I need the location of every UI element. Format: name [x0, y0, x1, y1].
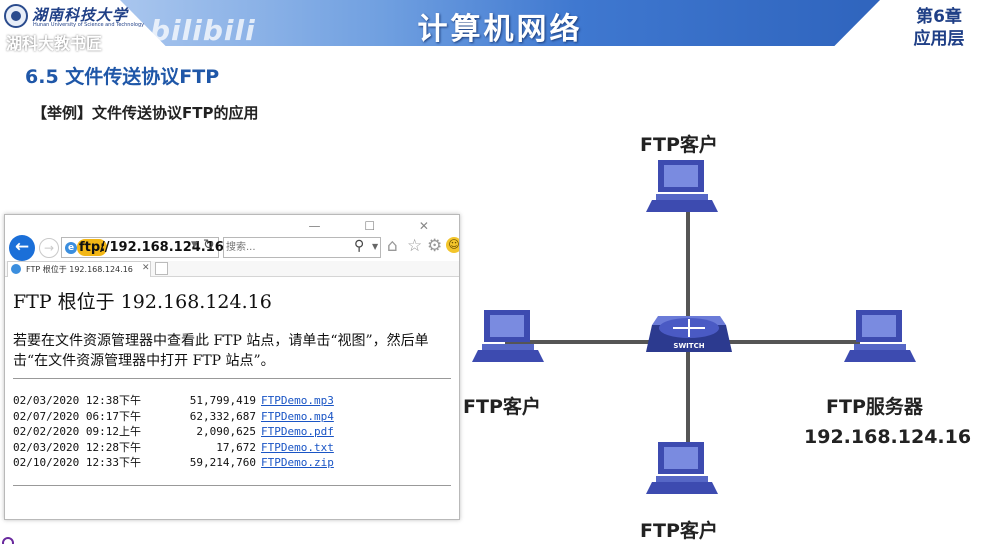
- file-row: 02/02/2020 09:12上午 2,090,625 FTPDemo.pdf: [13, 424, 334, 440]
- file-link[interactable]: FTPDemo.pdf: [261, 424, 334, 440]
- client-top-label: FTP客户: [640, 134, 718, 156]
- file-link[interactable]: FTPDemo.zip: [261, 455, 334, 471]
- tab-favicon-icon: [11, 264, 21, 274]
- university-name-en: Hunan University of Science and Technolo…: [33, 22, 145, 28]
- server-computer: [844, 310, 916, 362]
- new-tab-button[interactable]: [155, 262, 168, 275]
- forward-button[interactable]: →: [39, 238, 59, 258]
- footer-bullet-icon: [2, 537, 14, 544]
- file-size: 51,799,419: [189, 394, 256, 407]
- favorites-star-icon[interactable]: ☆: [407, 236, 422, 256]
- file-listing: 02/03/2020 12:38下午 51,799,419 FTPDemo.mp3 0…: [13, 393, 334, 471]
- slide-title: 计算机网络: [417, 12, 583, 47]
- search-input[interactable]: [226, 239, 346, 256]
- file-row: 02/10/2020 12:33下午 59,214,760 FTPDemo.zip: [13, 455, 334, 471]
- divider-bottom: [13, 485, 451, 486]
- slide-header: 湖南科技大学 Hunan University of Science and T…: [0, 0, 993, 53]
- search-dropdown-icon[interactable]: ▼: [372, 242, 378, 251]
- refresh-icon[interactable]: ↻: [203, 237, 215, 253]
- divider-top: [13, 378, 451, 379]
- address-dropdown-icon[interactable]: ▼: [191, 240, 198, 250]
- file-size: 62,332,687: [189, 409, 256, 423]
- client-left-label: FTP客户: [463, 396, 541, 418]
- page-heading: FTP 根位于 192.168.124.16: [13, 291, 272, 313]
- page-instruction: 若要在文件资源管理器中查看此 FTP 站点，请单击“视图”，然后单击“在文件资源…: [13, 333, 429, 369]
- chapter-name: 应用层: [913, 29, 965, 49]
- file-link[interactable]: FTPDemo.mp3: [261, 393, 334, 409]
- network-diagram: SWITCH FTP客户 FTP客户 FTP客户 FTP服务器 192.168.…: [440, 120, 993, 544]
- file-size: 59,214,760: [189, 456, 256, 469]
- search-box[interactable]: ⚲ ▼: [223, 237, 381, 258]
- search-icon[interactable]: ⚲: [354, 238, 364, 254]
- tab-strip: FTP 根位于 192.168.124.16 ✕: [5, 261, 459, 277]
- ie-icon: e: [65, 242, 77, 254]
- university-seal-icon: [4, 4, 28, 28]
- server-ip: 192.168.124.16: [804, 426, 972, 448]
- file-date: 02/10/2020 12:33下午: [13, 456, 141, 469]
- file-date: 02/03/2020 12:28下午: [13, 440, 141, 454]
- tab-label: FTP 根位于 192.168.124.16: [26, 265, 133, 274]
- footer-fragment: [0, 535, 993, 544]
- chapter-number: 第6章: [916, 7, 962, 27]
- back-button[interactable]: ←: [9, 235, 35, 261]
- file-row: 02/07/2020 06:17下午 62,332,687 FTPDemo.mp4: [13, 409, 334, 425]
- client-bottom-computer: [646, 442, 718, 494]
- server-label: FTP服务器: [826, 396, 923, 418]
- file-size: 17,672: [216, 440, 256, 454]
- window-controls[interactable]: — ☐ ✕: [309, 219, 449, 233]
- file-date: 02/03/2020 12:38下午: [13, 394, 141, 407]
- tab-close-icon[interactable]: ✕: [142, 263, 150, 273]
- switch-label: SWITCH: [673, 342, 704, 350]
- file-link[interactable]: FTPDemo.mp4: [261, 409, 334, 425]
- chapter-badge: 第6章 应用层: [900, 6, 978, 50]
- client-left-computer: [472, 310, 544, 362]
- file-row: 02/03/2020 12:28下午 17,672 FTPDemo.txt: [13, 440, 334, 456]
- network-topology: SWITCH: [472, 160, 916, 494]
- tab-ftp-root[interactable]: FTP 根位于 192.168.124.16 ✕: [7, 261, 151, 277]
- home-icon[interactable]: ⌂: [387, 236, 398, 256]
- file-date: 02/02/2020 09:12上午: [13, 425, 141, 438]
- file-size: 2,090,625: [196, 425, 256, 438]
- browser-window: — ☐ ✕ ← → e ftp: //192.168.124.16 ▼ ↻ ⚲ …: [4, 214, 460, 520]
- file-row: 02/03/2020 12:38下午 51,799,419 FTPDemo.mp3: [13, 393, 334, 409]
- section-title: 6.5 文件传送协议FTP: [25, 66, 220, 88]
- file-date: 02/07/2020 06:17下午: [13, 409, 141, 423]
- channel-watermark: 湖科大教书匠: [6, 34, 103, 53]
- example-title: 【举例】文件传送协议FTP的应用: [32, 104, 259, 122]
- file-link[interactable]: FTPDemo.txt: [261, 440, 334, 456]
- bilibili-watermark: bilibili: [150, 14, 256, 47]
- client-top-computer: [646, 160, 718, 212]
